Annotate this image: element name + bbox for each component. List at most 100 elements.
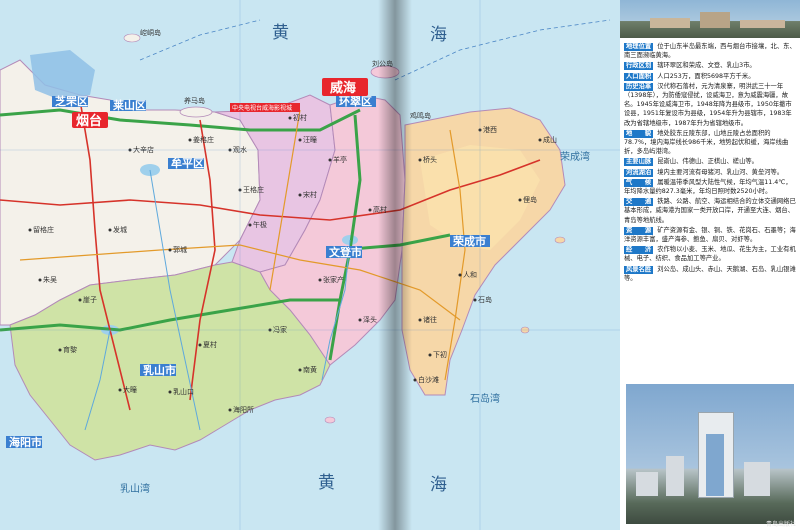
city-label-laishan: 莱山区 — [113, 98, 146, 112]
town-dot-21 — [418, 158, 422, 162]
park-label: 中央电视台威海影视城 — [232, 104, 292, 112]
town-dot-23 — [298, 138, 302, 142]
header-photo — [620, 0, 800, 38]
town-label-31: 朱吴 — [43, 275, 57, 284]
city-label-weihai: 威海 — [330, 80, 356, 96]
city-laishan-marker[interactable]: 莱山区 — [110, 98, 146, 112]
town-dot-19 — [368, 208, 372, 212]
info-tag: 历史沿革 — [624, 82, 654, 91]
city-yantai-marker[interactable]: 烟台 — [72, 112, 108, 129]
info-panel: 地理位置 位于山东半岛最东端，西与烟台市接壤，北、东、南三面濒临黄海。 行政区划… — [620, 0, 800, 530]
city-photo — [626, 384, 794, 524]
town-dot-10 — [428, 353, 432, 357]
town-label-25: 王格庄 — [243, 185, 264, 194]
town-label-24: 初村 — [293, 113, 307, 122]
sea-label-huang-bottom: 黄 — [318, 473, 339, 493]
town-dot-14 — [518, 198, 522, 202]
info-row-mountains: 主要山脉 昆嵛山、伟德山、正棋山、槎山等。 — [624, 157, 796, 167]
city-huancui-marker[interactable]: 环翠区 — [336, 95, 376, 108]
city-label-rongcheng: 荣成市 — [452, 234, 486, 248]
town-label-7: 冯家 — [273, 325, 287, 334]
town-label-34: 养马岛 — [184, 96, 205, 105]
info-body: 辖环翠区和荣成、文登、乳山3市。 — [657, 62, 756, 70]
town-label-32: 大辛店 — [133, 145, 154, 154]
info-row-location: 地理位置 位于山东半岛最东端，西与烟台市接壤，北、东、南三面濒临黄海。 — [624, 42, 796, 60]
town-dot-31 — [38, 278, 42, 282]
town-dot-20 — [298, 193, 302, 197]
island-small-3 — [324, 416, 336, 424]
sea-label-hai-top: 海 — [430, 25, 451, 45]
info-tag: 资 源 — [624, 226, 654, 235]
info-row-climate: 气 候 属暖温带季风型大陆性气候，年均气温11.4℃，年均降水量约827.3毫米… — [624, 178, 796, 196]
town-label-23: 汪疃 — [303, 135, 317, 144]
town-label-9: 南黄 — [303, 365, 317, 374]
city-label-yantai: 烟台 — [76, 113, 102, 129]
info-row-scenic: 风景名胜 刘公岛、成山头、赤山、天鹅湖、石岛、乳山银滩等。 — [624, 265, 796, 283]
sea-label-shidao-bay: 石岛湾 — [470, 392, 500, 405]
town-dot-27 — [248, 223, 252, 227]
info-tag: 主要山脉 — [624, 158, 654, 167]
town-label-13: 人和 — [463, 270, 477, 279]
sea-label-rushan-bay: 乳山湾 — [120, 482, 150, 495]
sea-label-huang-top: 黄 — [272, 23, 293, 43]
town-label-30: 郭城 — [173, 245, 187, 254]
info-row-division: 行政区划 辖环翠区和荣成、文登、乳山3市。 — [624, 61, 796, 71]
info-tag: 人口面积 — [624, 72, 654, 81]
town-dot-8 — [418, 318, 422, 322]
town-label-35: 崆峒岛 — [140, 28, 161, 37]
town-dot-33 — [188, 138, 192, 142]
city-zhifu-marker[interactable]: 芝罘区 — [52, 94, 88, 108]
town-label-1: 乳山口 — [173, 387, 194, 396]
town-dot-3 — [58, 348, 62, 352]
town-label-33: 姜格庄 — [193, 135, 214, 144]
town-label-21: 桥头 — [423, 155, 437, 164]
town-dot-6 — [78, 298, 82, 302]
info-tag: 气 候 — [624, 178, 654, 187]
city-label-zhifu: 芝罘区 — [55, 94, 88, 108]
island-kongtong — [123, 33, 141, 43]
town-dot-2 — [118, 388, 122, 392]
city-weihai-marker[interactable]: 威海 — [322, 78, 368, 96]
info-row-economy: 经 济 农作物以小麦、玉米、地瓜、花生为主，工业有机械、电子、纺织、食品加工等产… — [624, 245, 796, 263]
town-dot-4 — [198, 343, 202, 347]
town-label-29: 留格庄 — [33, 225, 54, 234]
town-label-2: 大疃 — [123, 385, 137, 394]
info-row-landform: 地 貌 地处胶东丘陵东部，山地丘陵占总面积的78.7%，境内海岸线长986千米，… — [624, 129, 796, 157]
city-muping-marker[interactable]: 牟平区 — [168, 156, 204, 170]
info-row-rivers: 河流湖泊 境内主要河流有母猪河、乳山河、黄垒河等。 — [624, 168, 796, 177]
info-text: 地理位置 位于山东半岛最东端，西与烟台市接壤，北、东、南三面濒临黄海。 行政区划… — [624, 42, 796, 284]
town-dot-17 — [358, 318, 362, 322]
town-label-17: 泽头 — [363, 315, 377, 324]
town-label-27: 午极 — [253, 220, 267, 229]
town-dot-29 — [28, 228, 32, 232]
info-body: 境内主要河流有母猪河、乳山河、黄垒河等。 — [657, 168, 784, 176]
island-yangma — [179, 106, 213, 118]
town-dot-30 — [168, 248, 172, 252]
town-dot-15 — [538, 138, 542, 142]
town-label-15: 成山 — [543, 135, 557, 144]
info-tag: 行政区划 — [624, 62, 654, 71]
town-label-8: 诸往 — [423, 315, 437, 324]
town-dot-18 — [318, 278, 322, 282]
city-wendeng-marker[interactable]: 文登市 — [326, 245, 362, 259]
info-body: 人口253万，面积5698平方千米。 — [657, 72, 755, 80]
city-label-rushan: 乳山市 — [143, 363, 176, 377]
town-label-20: 宋村 — [303, 190, 317, 199]
town-dot-28 — [108, 228, 112, 232]
town-label-28: 发城 — [113, 225, 127, 234]
town-label-4: 夏村 — [203, 340, 217, 349]
city-rongcheng-marker[interactable]: 荣成市 — [450, 234, 490, 248]
park-banner: 中央电视台威海影视城 — [230, 103, 300, 112]
town-label-18: 张家产 — [323, 275, 344, 284]
city-rushan-marker[interactable]: 乳山市 — [140, 363, 176, 377]
town-dot-22 — [328, 158, 332, 162]
info-row-population: 人口面积 人口253万，面积5698平方千米。 — [624, 72, 796, 81]
city-haiyang-marker[interactable]: 海阳市 — [6, 435, 42, 449]
info-tag: 地理位置 — [624, 43, 654, 51]
town-label-3: 育黎 — [63, 345, 77, 354]
town-dot-1 — [168, 390, 172, 394]
page-credit: 青岛出版社 — [765, 521, 796, 528]
town-dot-24 — [288, 116, 292, 120]
island-small-1 — [554, 236, 566, 244]
info-tag: 河流湖泊 — [624, 168, 654, 177]
